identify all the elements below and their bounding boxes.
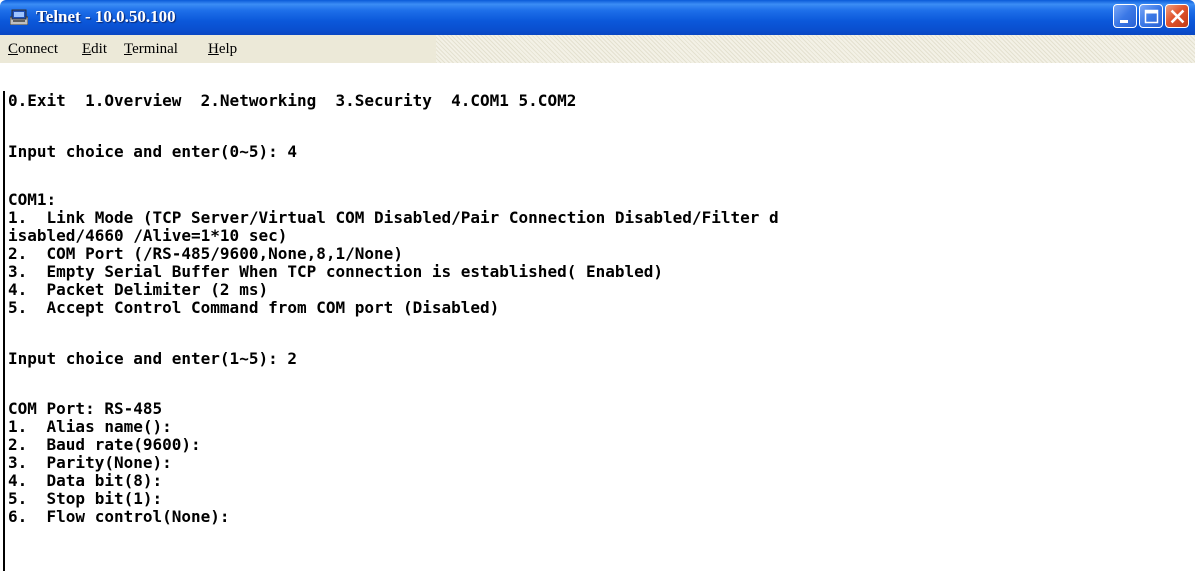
minimize-icon (1120, 20, 1128, 23)
terminal-left-border (3, 91, 5, 571)
maximize-button[interactable] (1139, 4, 1163, 28)
section-header: COM1: (8, 190, 57, 209)
minimize-button[interactable] (1113, 4, 1137, 28)
menu-help[interactable]: Help (208, 41, 237, 58)
terminal-line: 3. Parity(None): (8, 453, 172, 472)
close-icon (1170, 9, 1185, 24)
title-bar[interactable]: Telnet - 10.0.50.100 (0, 0, 1195, 35)
close-button[interactable] (1165, 4, 1189, 28)
menu-bar-filler (436, 35, 1195, 63)
menu-edit[interactable]: Edit (82, 41, 107, 58)
prompt-line: Input choice and enter(1~5): 2 (8, 349, 297, 368)
terminal-line: 1. Alias name(): (8, 417, 172, 436)
prompt-line: Input choice and enter(0~5): 4 (8, 142, 297, 161)
main-menu-line: 0.Exit 1.Overview 2.Networking 3.Securit… (8, 91, 577, 110)
terminal-line: isabled/4660 /Alive=1*10 sec) (8, 226, 288, 245)
terminal-line: 1. Link Mode (TCP Server/Virtual COM Dis… (8, 208, 779, 227)
terminal-line: 4. Packet Delimiter (2 ms) (8, 280, 269, 299)
terminal-line: 2. COM Port (/RS-485/9600,None,8,1/None) (8, 244, 403, 263)
terminal-line: 5. Accept Control Command from COM port … (8, 298, 500, 317)
terminal-output[interactable]: 0.Exit 1.Overview 2.Networking 3.Securit… (0, 63, 1195, 571)
terminal-line: 5. Stop bit(1): (8, 489, 163, 508)
telnet-window: Telnet - 10.0.50.100 Connect Edit Termin… (0, 0, 1195, 571)
window-title: Telnet - 10.0.50.100 (36, 7, 176, 26)
menu-terminal[interactable]: Terminal (124, 41, 178, 58)
terminal-line: 6. Flow control(None): (8, 507, 230, 526)
telnet-terminal-icon[interactable] (9, 9, 29, 26)
terminal-line: 2. Baud rate(9600): (8, 435, 201, 454)
terminal-line: 3. Empty Serial Buffer When TCP connecti… (8, 262, 664, 281)
menu-connect[interactable]: Connect (8, 41, 58, 58)
maximize-icon (1144, 9, 1159, 24)
terminal-line: 4. Data bit(8): (8, 471, 163, 490)
section-header: COM Port: RS-485 (8, 399, 163, 418)
